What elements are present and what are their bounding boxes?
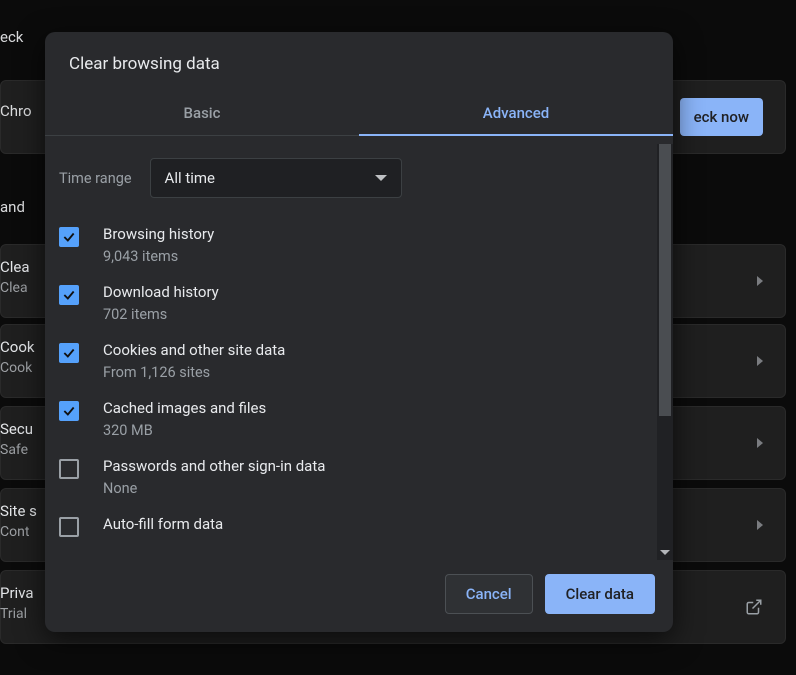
item-title: Passwords and other sign-in data xyxy=(103,457,325,475)
item-subtitle: None xyxy=(103,480,325,497)
tab-bar: Basic Advanced xyxy=(45,92,673,136)
item-subtitle: 702 items xyxy=(103,306,219,323)
scrollbar-down-button[interactable] xyxy=(657,544,673,560)
item-title: Cookies and other site data xyxy=(103,341,285,359)
clear-data-item[interactable]: Download history 702 items xyxy=(59,274,647,332)
item-title: Download history xyxy=(103,283,219,301)
tab-advanced[interactable]: Advanced xyxy=(359,92,673,136)
checkbox[interactable] xyxy=(59,401,79,421)
item-title: Cached images and files xyxy=(103,399,266,417)
clear-data-item[interactable]: Cookies and other site data From 1,126 si… xyxy=(59,332,647,390)
cancel-button[interactable]: Cancel xyxy=(445,574,533,614)
time-range-select[interactable]: All time xyxy=(150,158,402,198)
clear-data-item[interactable]: Cached images and files 320 MB xyxy=(59,390,647,448)
scrollbar-thumb[interactable] xyxy=(659,144,671,416)
checkbox[interactable] xyxy=(59,517,79,537)
item-subtitle: 9,043 items xyxy=(103,248,214,265)
checkbox[interactable] xyxy=(59,227,79,247)
dialog-title: Clear browsing data xyxy=(45,32,673,92)
tab-basic[interactable]: Basic xyxy=(45,92,359,136)
clear-data-button[interactable]: Clear data xyxy=(545,574,655,614)
item-title: Browsing history xyxy=(103,225,214,243)
time-range-row: Time range All time xyxy=(59,156,647,216)
dialog-scroll-area: Time range All time Browsing history 9,04… xyxy=(45,136,673,560)
clear-data-item[interactable]: Passwords and other sign-in data None xyxy=(59,448,647,506)
item-subtitle: 320 MB xyxy=(103,422,266,439)
time-range-value: All time xyxy=(165,169,215,187)
clear-data-item[interactable]: Browsing history 9,043 items xyxy=(59,216,647,274)
item-title: Auto-fill form data xyxy=(103,515,223,533)
checkbox[interactable] xyxy=(59,459,79,479)
arrow-down-icon xyxy=(660,550,670,555)
clear-browsing-data-dialog: Clear browsing data Basic Advanced Time … xyxy=(45,32,673,632)
scrollbar-track[interactable] xyxy=(657,144,673,560)
item-subtitle: From 1,126 sites xyxy=(103,364,285,381)
caret-down-icon xyxy=(375,175,387,181)
dialog-footer: Cancel Clear data xyxy=(45,560,673,632)
time-range-label: Time range xyxy=(59,170,132,187)
checkbox[interactable] xyxy=(59,343,79,363)
clear-data-item[interactable]: Auto-fill form data xyxy=(59,506,647,546)
checkbox[interactable] xyxy=(59,285,79,305)
